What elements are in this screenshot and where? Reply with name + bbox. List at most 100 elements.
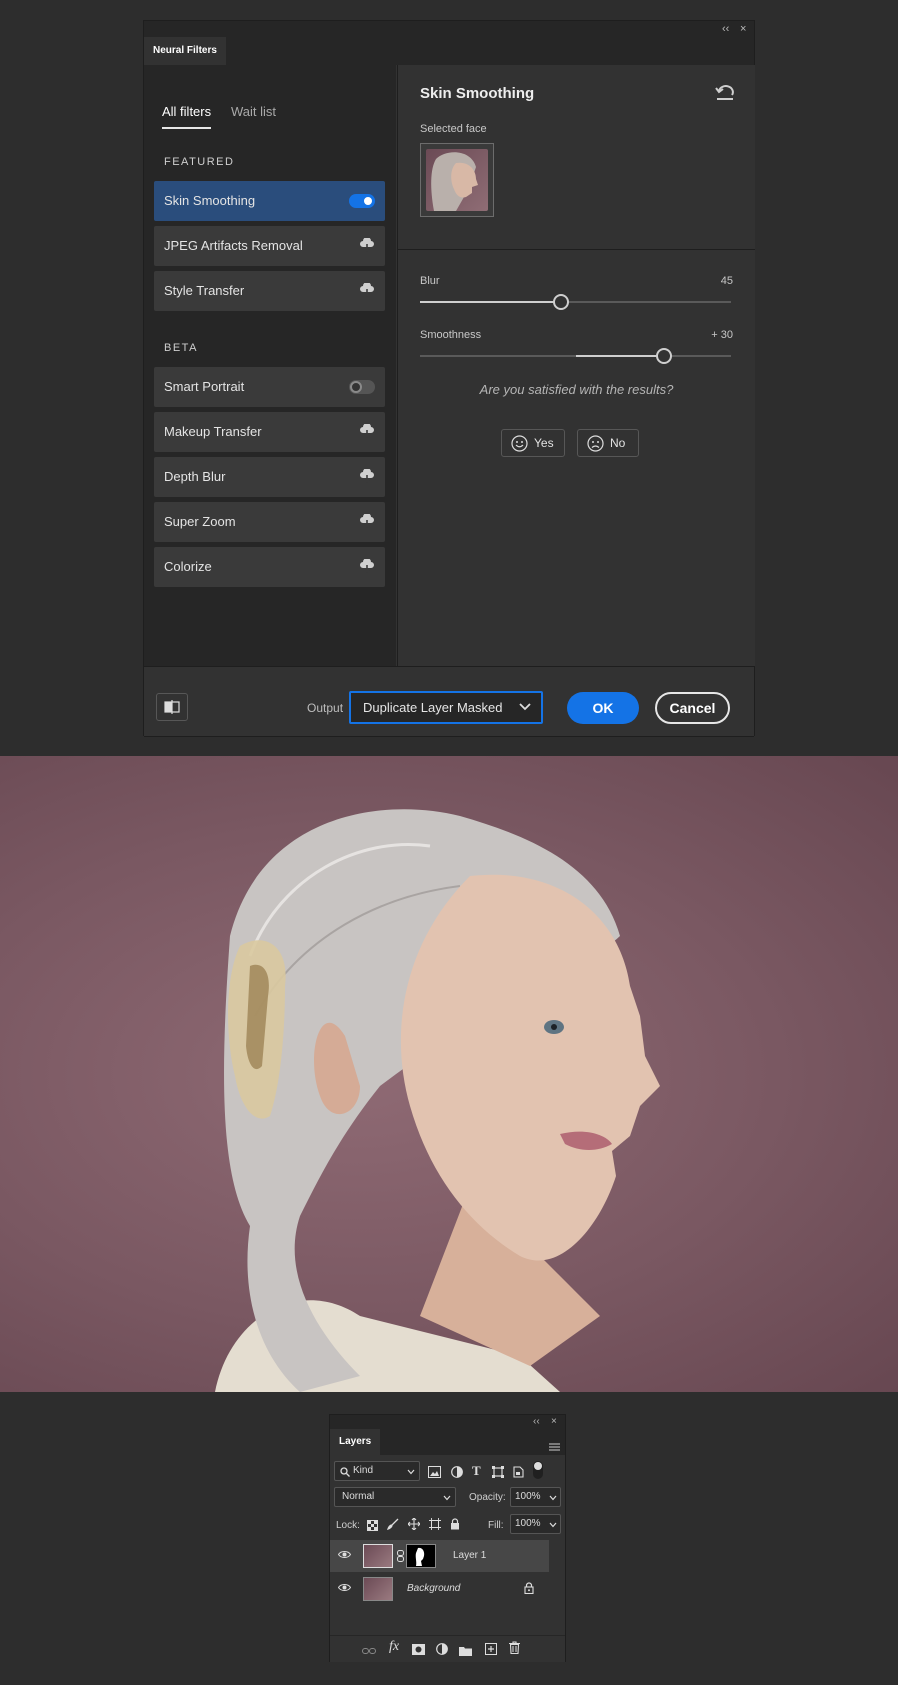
new-group-folder-icon[interactable] [459,1643,472,1661]
reset-parameters-icon[interactable] [715,85,735,106]
panel-title-bar: ‹‹ × [144,21,754,37]
visibility-eye-icon[interactable] [338,1583,351,1592]
opacity-field[interactable]: 100% [510,1487,561,1507]
filter-item-label: Makeup Transfer [164,424,262,439]
show-original-button[interactable] [156,693,188,721]
filter-item-super-zoom[interactable]: Super Zoom [154,502,385,542]
blend-mode-dropdown[interactable]: Normal [334,1487,456,1507]
filter-item-label: Super Zoom [164,514,236,529]
tab-all-filters[interactable]: All filters [162,103,212,129]
feedback-no-button[interactable]: No [577,429,639,457]
filter-item-smart-portrait[interactable]: Smart Portrait [154,367,385,407]
new-layer-icon[interactable] [485,1642,497,1660]
fx-layer-style-icon[interactable]: fx [389,1639,399,1655]
slider-fill [576,355,663,357]
selected-face-label: Selected face [420,123,487,135]
chevron-down-icon [549,1495,557,1501]
output-dropdown[interactable]: Duplicate Layer Masked [349,691,543,724]
layers-toolbar: fx [330,1635,565,1662]
panel-tab-bar: Layers [330,1429,565,1455]
opacity-value: 100% [515,1491,541,1502]
cloud-download-icon[interactable] [359,558,375,578]
filters-list-pane: All filters Wait list FEATURED Skin Smoo… [144,65,396,666]
panel-tab-bar: Neural Filters [144,37,754,65]
filter-item-colorize[interactable]: Colorize [154,547,385,587]
cloud-download-icon[interactable] [359,282,375,302]
tab-wait-list[interactable]: Wait list [231,103,276,121]
divider [144,736,754,737]
blend-mode-value: Normal [342,1491,375,1502]
smoothness-slider[interactable] [420,348,731,364]
lock-all-icon[interactable] [450,1517,460,1535]
filter-item-label: JPEG Artifacts Removal [164,238,303,253]
smart-object-filter-icon[interactable] [513,1465,524,1483]
filter-item-skin-smoothing[interactable]: Skin Smoothing [154,181,385,221]
slider-thumb[interactable] [656,348,672,364]
fill-value: 100% [515,1518,541,1529]
panel-footer: Output Duplicate Layer Masked OK Cancel [144,666,754,737]
layer-name[interactable]: Background [407,1583,460,1594]
filter-item-style-transfer[interactable]: Style Transfer [154,271,385,311]
layer-thumbnail[interactable] [363,1544,393,1568]
collapse-panel-button[interactable]: ‹‹ [722,21,729,37]
cloud-download-icon[interactable] [359,513,375,533]
filter-item-makeup-transfer[interactable]: Makeup Transfer [154,412,385,452]
chevron-down-icon [549,1522,557,1528]
skin-smoothing-toggle[interactable] [349,194,375,208]
layer-thumbnail[interactable] [363,1577,393,1601]
chevron-down-icon [443,1495,451,1501]
cloud-download-icon[interactable] [359,423,375,443]
lock-artboard-icon[interactable] [429,1517,441,1535]
chevron-down-icon [519,703,531,711]
filter-toggle-switch[interactable] [533,1461,543,1479]
layer-row-layer-1[interactable]: Layer 1 [330,1540,549,1572]
frown-icon [587,435,604,452]
blur-slider[interactable] [420,294,731,310]
lock-image-pixels-icon[interactable] [386,1517,399,1535]
add-mask-icon[interactable] [412,1642,425,1660]
selected-face-thumbnail[interactable] [420,143,494,217]
visibility-eye-icon[interactable] [338,1550,351,1559]
ok-button[interactable]: OK [567,692,639,724]
link-icon[interactable] [397,1550,404,1562]
fill-label: Fill: [488,1520,504,1531]
close-panel-button[interactable]: × [740,21,746,37]
filter-title: Skin Smoothing [420,85,535,102]
pixel-layer-filter-icon[interactable] [428,1465,441,1483]
feedback-yes-button[interactable]: Yes [501,429,565,457]
panel-menu-icon[interactable] [549,1438,560,1456]
lock-position-icon[interactable] [407,1517,421,1535]
adjustment-layer-filter-icon[interactable] [451,1465,463,1483]
search-icon [340,1467,350,1477]
filter-item-label: Smart Portrait [164,379,245,394]
delete-layer-trash-icon[interactable] [509,1641,520,1659]
filter-item-depth-blur[interactable]: Depth Blur [154,457,385,497]
panel-title-bar: ‹‹ × [330,1415,565,1429]
link-layers-icon[interactable] [362,1643,376,1661]
lock-transparent-pixels-icon[interactable] [367,1518,378,1536]
layer-mask-thumbnail[interactable] [406,1544,436,1568]
filter-kind-value: Kind [353,1465,374,1476]
type-layer-filter-icon[interactable]: T [472,1463,481,1479]
neural-filters-tab[interactable]: Neural Filters [144,37,226,65]
cancel-button[interactable]: Cancel [655,692,730,724]
smart-portrait-toggle[interactable] [349,380,375,394]
layers-tab[interactable]: Layers [330,1429,381,1455]
new-adjustment-layer-icon[interactable] [436,1642,448,1660]
cloud-download-icon[interactable] [359,237,375,257]
layer-row-background[interactable]: Background [330,1573,549,1605]
layer-name[interactable]: Layer 1 [453,1550,486,1561]
filter-kind-dropdown[interactable]: Kind [334,1461,420,1481]
shape-layer-filter-icon[interactable] [492,1465,504,1483]
chevron-down-icon [407,1469,415,1475]
filter-item-jpeg-artifacts-removal[interactable]: JPEG Artifacts Removal [154,226,385,266]
output-dropdown-value: Duplicate Layer Masked [363,700,503,715]
collapse-panel-button[interactable]: ‹‹ [533,1414,540,1430]
yes-label: Yes [534,436,554,450]
document-canvas[interactable] [0,756,898,1392]
slider-thumb[interactable] [553,294,569,310]
fill-field[interactable]: 100% [510,1514,561,1534]
compare-icon [164,700,180,714]
close-panel-button[interactable]: × [551,1414,557,1430]
cloud-download-icon[interactable] [359,468,375,488]
